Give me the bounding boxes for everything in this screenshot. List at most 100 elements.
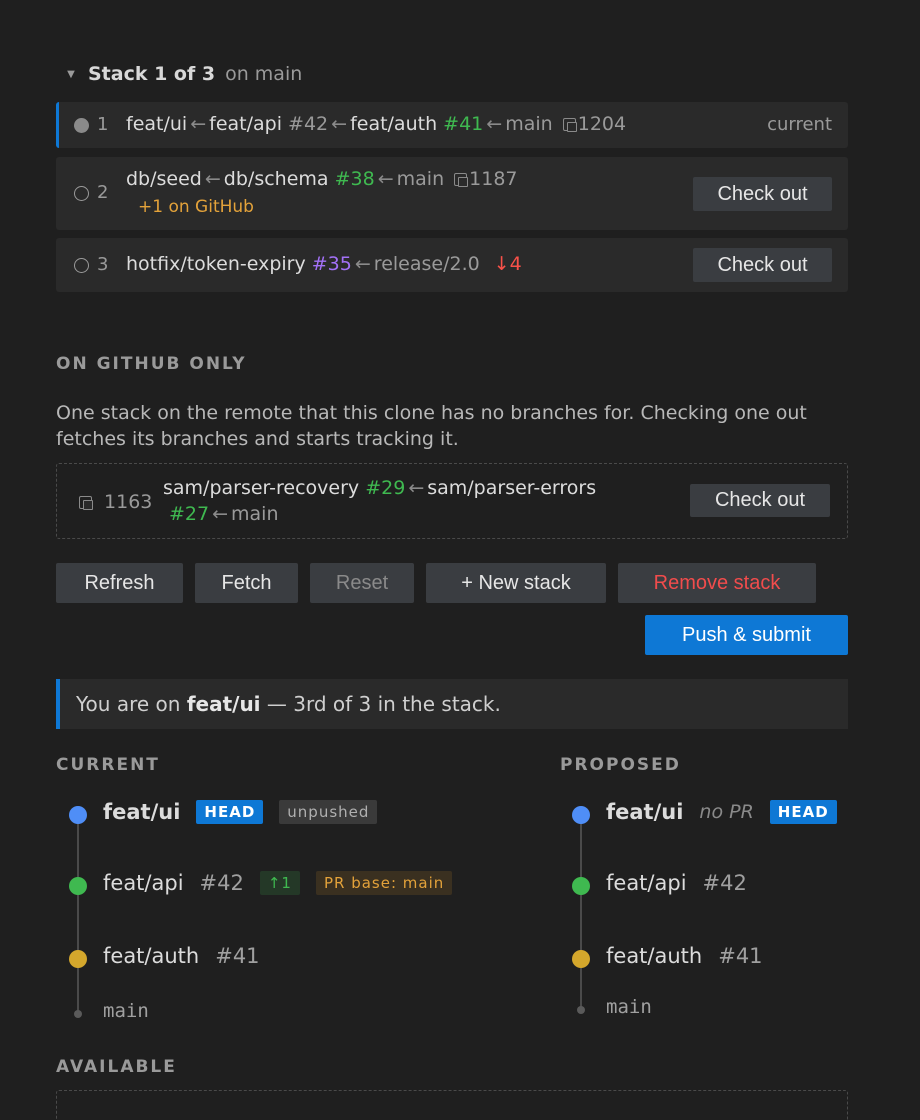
base-dot-icon (577, 1006, 585, 1014)
stack-id-row: 1163 (75, 491, 152, 513)
arrow-left-icon: ← (354, 253, 371, 275)
pr-number[interactable]: #41 (718, 944, 762, 968)
pr-number[interactable]: #27 (169, 503, 209, 525)
node-name: main (606, 996, 652, 1018)
pr-number[interactable]: #42 (200, 871, 244, 895)
current-tree-line (77, 823, 79, 1013)
stack-row-branches: feat/ui ← feat/api #42 ← feat/auth #41 ← main … (126, 113, 626, 135)
branch-name: feat/api (209, 113, 282, 135)
pr-base-badge: PR base: main (315, 871, 453, 895)
check-out-button[interactable]: Check out (690, 484, 830, 517)
node-name: feat/auth (606, 944, 703, 968)
proposed-node-main: main (606, 996, 652, 1018)
pr-number[interactable]: #35 (312, 253, 352, 275)
branch-name: sam/parser-recovery (163, 477, 360, 499)
fetch-button[interactable]: Fetch (195, 563, 298, 603)
branch-name: sam/parser-errors (427, 477, 597, 499)
current-node-feat-ui[interactable]: feat/ui HEAD unpushed (103, 800, 378, 824)
collapse-triangle-icon[interactable]: ▼ (64, 69, 78, 80)
node-name: feat/ui (103, 800, 181, 824)
available-label: AVAILABLE (56, 1057, 177, 1077)
branch-name: db/schema (223, 168, 329, 190)
refresh-button[interactable]: Refresh (56, 563, 183, 603)
node-name: feat/ui (606, 800, 684, 824)
proposed-node-feat-ui[interactable]: feat/ui no PR HEAD (606, 800, 837, 824)
current-node-feat-api[interactable]: feat/api #42 ↑1 PR base: main (103, 871, 453, 895)
info-branch: feat/ui (186, 692, 261, 716)
stack-row-branches: db/seed ← db/schema #38 ← main 1187 (126, 168, 518, 190)
branch-dot-icon (69, 950, 87, 968)
github-only-stack[interactable]: 1163 sam/parser-recovery #29 ← sam/parser-… (56, 463, 848, 539)
node-name: feat/api (606, 871, 687, 895)
head-badge: HEAD (196, 800, 264, 824)
stack-row-number: 2 (97, 182, 109, 203)
current-node-main: main (103, 1000, 149, 1022)
branch-dot-icon (69, 877, 87, 895)
branch-name: hotfix/token-expiry (126, 253, 306, 275)
branch-name: db/seed (126, 168, 202, 190)
branch-name: feat/ui (126, 113, 188, 135)
branch-name: release/2.0 (373, 253, 480, 275)
stack-row-number: 1 (97, 114, 109, 135)
branch-name: main (231, 503, 279, 525)
stack-dot-icon (74, 186, 89, 201)
proposed-node-feat-api[interactable]: feat/api #42 (606, 871, 747, 895)
push-submit-button[interactable]: Push & submit (645, 615, 848, 655)
stack-subtitle: on main (225, 63, 303, 85)
stack-header[interactable]: ▼ Stack 1 of 3 on main (64, 60, 302, 88)
pr-number[interactable]: #41 (215, 944, 259, 968)
current-node-feat-auth[interactable]: feat/auth #41 (103, 944, 260, 968)
remove-stack-button[interactable]: Remove stack (618, 563, 816, 603)
branch-dot-icon (572, 806, 590, 824)
stack-id-icon (562, 118, 577, 132)
check-out-button[interactable]: Check out (693, 248, 832, 282)
stack-row-3[interactable]: 3 hotfix/token-expiry #35 ← release/2.0 ↓4… (56, 238, 848, 292)
stack-id-icon (79, 496, 93, 510)
current-dot-icon (74, 118, 89, 133)
stack-row-number: 3 (97, 254, 109, 275)
no-pr-label: no PR (699, 801, 754, 823)
arrow-left-icon: ← (212, 503, 229, 525)
arrow-left-icon: ← (204, 168, 221, 190)
node-name: feat/auth (103, 944, 200, 968)
current-label: CURRENT (56, 755, 160, 775)
reset-button[interactable]: Reset (310, 563, 414, 603)
pr-number[interactable]: #38 (335, 168, 375, 190)
current-status: current (767, 114, 832, 135)
pr-number[interactable]: #42 (703, 871, 747, 895)
head-badge: HEAD (769, 800, 837, 824)
branch-dot-icon (572, 877, 590, 895)
github-stack-line-2: #27 ← main (169, 503, 279, 525)
stack-title: Stack 1 of 3 (88, 63, 216, 85)
stack-id-icon (454, 173, 469, 187)
new-stack-button[interactable]: + New stack (426, 563, 606, 603)
proposed-tree-line (580, 823, 582, 1009)
branch-name: main (505, 113, 553, 135)
branch-name: main (396, 168, 445, 190)
base-dot-icon (74, 1010, 82, 1018)
pr-number[interactable]: #29 (365, 477, 405, 499)
node-name: main (103, 1000, 149, 1022)
arrow-left-icon: ← (331, 113, 348, 135)
info-prefix: You are on (76, 692, 187, 716)
pr-number[interactable]: #41 (443, 113, 483, 135)
current-branch-info: You are on feat/ui — 3rd of 3 in the sta… (56, 679, 848, 729)
stack-dot-icon (74, 258, 89, 273)
branch-dot-icon (572, 950, 590, 968)
branch-dot-icon (69, 806, 87, 824)
stack-id: 1163 (104, 491, 153, 513)
behind-count: ↓4 (493, 253, 522, 275)
github-ahead-note: +1 on GitHub (138, 197, 254, 217)
github-stack-line-1: sam/parser-recovery #29 ← sam/parser-error… (163, 477, 596, 499)
stack-row-2[interactable]: 2 db/seed ← db/schema #38 ← main 1187 +1 on … (56, 157, 848, 230)
proposed-label: PROPOSED (560, 755, 681, 775)
stack-id: 1204 (577, 113, 627, 135)
arrow-left-icon: ← (190, 113, 207, 135)
unpushed-badge: unpushed (279, 800, 378, 824)
proposed-node-feat-auth[interactable]: feat/auth #41 (606, 944, 763, 968)
stack-row-1[interactable]: 1 feat/ui ← feat/api #42 ← feat/auth #41 ← mai… (56, 102, 848, 148)
pr-number[interactable]: #42 (288, 113, 328, 135)
github-only-description: One stack on the remote that this clone … (56, 402, 807, 450)
stack-id: 1187 (469, 168, 518, 190)
check-out-button[interactable]: Check out (693, 177, 832, 211)
